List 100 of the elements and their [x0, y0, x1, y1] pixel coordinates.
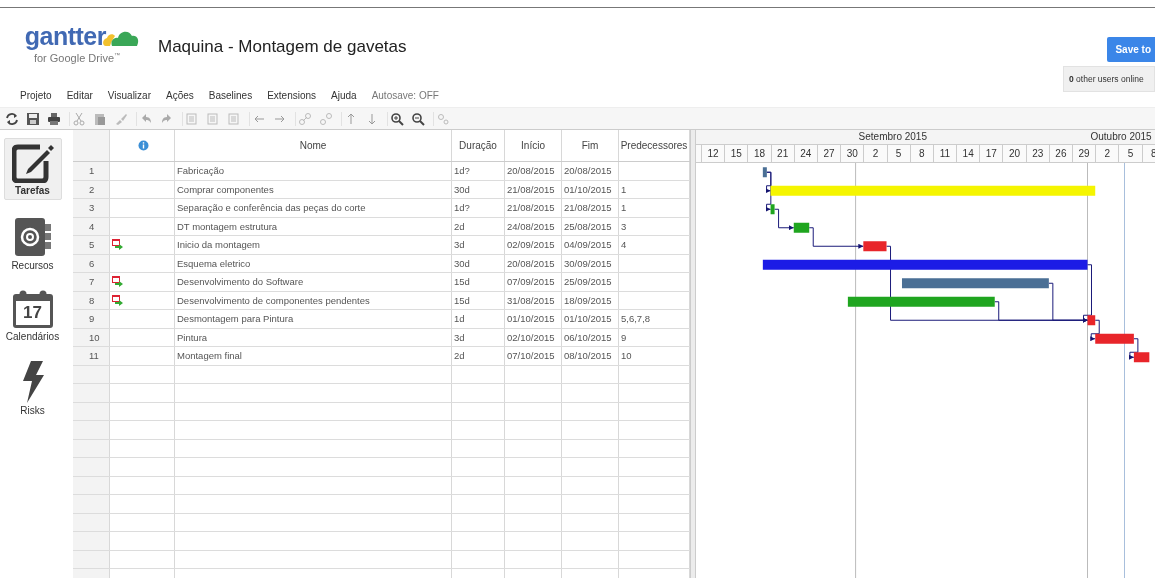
row-number: 7 — [73, 273, 110, 291]
zoom-out-icon[interactable] — [411, 111, 425, 126]
end-date-cell: 04/09/2015 — [562, 236, 619, 254]
duration-cell: 2d — [452, 347, 505, 365]
day-label: 11 — [932, 145, 957, 162]
task-bar[interactable] — [902, 278, 1049, 289]
day-label: 20 — [1002, 145, 1026, 162]
dependency-arrow — [1128, 338, 1139, 360]
start-date-cell: 02/09/2015 — [505, 236, 562, 254]
duration-cell: 3d — [452, 328, 505, 346]
end-date-cell: 25/09/2015 — [562, 273, 619, 291]
end-date-cell: 30/09/2015 — [562, 254, 619, 272]
start-date-cell: 07/09/2015 — [505, 273, 562, 291]
indent-icon[interactable] — [206, 111, 220, 126]
column-header[interactable]: Início — [505, 130, 562, 161]
calendar-arrow-icon — [112, 294, 123, 306]
duration-cell: 30d — [452, 180, 505, 198]
sidebar-item[interactable]: 17 Calendários — [4, 286, 61, 345]
start-date-cell: 21/08/2015 — [505, 180, 562, 198]
day-label: 18 — [747, 145, 771, 162]
menu-item[interactable]: Editar — [66, 90, 93, 101]
task-bar[interactable] — [1095, 333, 1134, 344]
task-bar[interactable] — [1133, 352, 1150, 363]
save-button[interactable]: Save to — [1107, 37, 1155, 62]
start-date-cell: 21/08/2015 — [505, 199, 562, 217]
day-label: 5 — [1118, 145, 1142, 162]
address-book-icon — [12, 216, 53, 258]
duration-cell: 2d — [452, 217, 505, 235]
day-label: 12 — [701, 145, 725, 162]
task-name-cell: Desmontagem para Pintura — [175, 310, 452, 328]
lightning-icon — [20, 361, 45, 403]
row-number: 5 — [73, 236, 110, 254]
row-number: 1 — [73, 162, 110, 180]
calendar-arrow-icon — [112, 276, 123, 288]
duration-cell: 15d — [452, 291, 505, 309]
task-name-cell: Pintura — [175, 328, 452, 346]
task-bar[interactable] — [762, 259, 1088, 270]
document-title: Maquina - Montagem de gavetas — [158, 37, 407, 57]
start-date-cell: 31/08/2015 — [505, 291, 562, 309]
task-bar[interactable] — [762, 167, 767, 178]
sidebar-item[interactable]: Recursos — [4, 212, 61, 274]
menu-item[interactable]: Extensions — [267, 90, 317, 101]
menu-item[interactable]: Projeto — [20, 90, 52, 101]
task-name-cell: Desenvolvimento de componentes pendentes — [175, 291, 452, 309]
day-label: 14 — [956, 145, 980, 162]
task-name-cell: Inicio da montagem — [175, 236, 452, 254]
settings-icon[interactable] — [436, 111, 450, 126]
menu-item[interactable]: Ações — [166, 90, 194, 101]
task-name-cell: Esquema eletrico — [175, 254, 452, 272]
column-header[interactable]: Duração — [452, 130, 505, 161]
sidebar-item[interactable]: Tarefas — [3, 138, 62, 200]
save-icon[interactable] — [26, 111, 40, 126]
start-date-cell: 24/08/2015 — [505, 217, 562, 235]
pencil-square-icon — [11, 143, 54, 183]
menu-item[interactable]: Ajuda — [331, 90, 357, 101]
day-label: 29 — [1072, 145, 1096, 162]
month-label: Outubro 2015 — [1089, 131, 1152, 142]
sidebar-item[interactable]: Risks — [4, 357, 61, 419]
autosave-status: Autosave: OFF — [371, 90, 439, 101]
duration-cell: 1d — [452, 310, 505, 328]
column-header[interactable]: Fim — [562, 130, 619, 161]
task-bar[interactable] — [1087, 315, 1096, 326]
unlink-icon[interactable] — [319, 111, 333, 126]
task-bar[interactable] — [847, 296, 995, 307]
start-date-cell: 02/10/2015 — [505, 328, 562, 346]
cut-icon[interactable] — [72, 111, 86, 126]
paste-icon[interactable] — [93, 111, 107, 126]
task-name-cell: DT montagem estrutura — [175, 217, 452, 235]
day-label: 17 — [979, 145, 1003, 162]
day-label: 27 — [816, 145, 841, 162]
refresh-icon[interactable] — [5, 111, 19, 126]
task-bar[interactable] — [770, 204, 775, 215]
outdent-icon[interactable] — [185, 111, 199, 126]
task-bar[interactable] — [793, 222, 810, 233]
menu-item[interactable]: Baselines — [208, 90, 253, 101]
duration-cell: 15d — [452, 273, 505, 291]
task-name-cell: Fabricação — [175, 162, 452, 180]
duration-cell: 1d? — [452, 199, 505, 217]
end-date-cell: 08/10/2015 — [562, 347, 619, 365]
start-date-cell: 20/08/2015 — [505, 254, 562, 272]
end-date-cell: 20/08/2015 — [562, 162, 619, 180]
day-label: 8 — [909, 145, 933, 162]
task-bar[interactable] — [863, 241, 887, 252]
day-label: 15 — [724, 145, 748, 162]
print-icon[interactable] — [47, 111, 61, 126]
column-header[interactable]: Nome — [175, 130, 452, 161]
logo-wordmark: gantter — [24, 24, 106, 48]
brush-icon[interactable] — [114, 111, 128, 126]
duration-cell: 3d — [452, 236, 505, 254]
end-date-cell: 01/10/2015 — [562, 310, 619, 328]
end-date-cell: 21/08/2015 — [562, 199, 619, 217]
day-label: 23 — [1025, 145, 1049, 162]
zoom-in-icon[interactable] — [390, 111, 404, 126]
list-icon[interactable] — [227, 111, 241, 126]
row-number: 3 — [73, 199, 110, 217]
duration-cell: 1d? — [452, 162, 505, 180]
link-icon[interactable] — [298, 111, 312, 126]
end-date-cell: 25/08/2015 — [562, 217, 619, 235]
menu-item[interactable]: Visualizar — [107, 90, 151, 101]
task-name-cell: Desenvolvimento do Software — [175, 273, 452, 291]
